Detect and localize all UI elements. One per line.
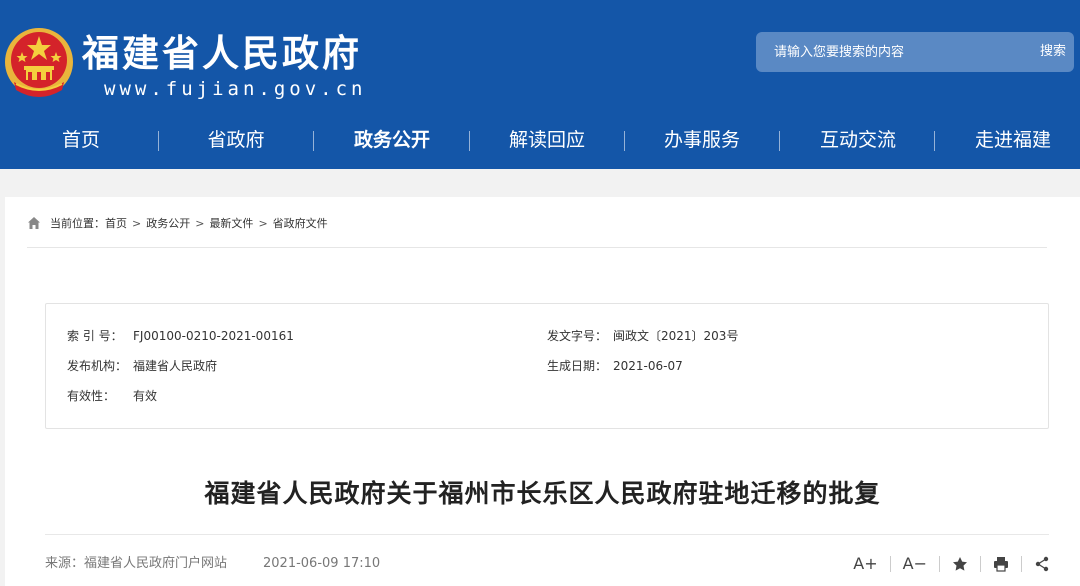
- validity-value: 有效: [133, 389, 158, 403]
- info-index-row: 索 引 号： FJ00100-0210-2021-00161: [67, 328, 294, 344]
- nav-item-interpretation[interactable]: 解读回应: [472, 112, 622, 169]
- tool-separator: [889, 556, 891, 572]
- font-decrease-button[interactable]: A−: [903, 553, 927, 575]
- national-emblem-icon[interactable]: [4, 24, 74, 100]
- nav-separator: [469, 131, 470, 151]
- breadcrumb-province-docs[interactable]: 省政府文件: [273, 215, 328, 231]
- info-date-row: 生成日期： 2021-06-07: [547, 358, 683, 374]
- document-title: 福建省人民政府关于福州市长乐区人民政府驻地迁移的批复: [204, 479, 881, 508]
- breadcrumb-separator: >: [195, 216, 205, 230]
- doc-no-value: 闽政文〔2021〕203号: [613, 329, 739, 343]
- breadcrumb-latest-docs[interactable]: 最新文件: [209, 215, 253, 231]
- star-icon: [953, 557, 967, 571]
- nav-separator: [779, 131, 780, 151]
- share-button[interactable]: [1034, 553, 1050, 575]
- tool-separator: [1021, 556, 1022, 572]
- nav-item-interaction[interactable]: 互动交流: [783, 112, 933, 169]
- breadcrumb-home[interactable]: 首页: [105, 215, 127, 231]
- breadcrumb-prefix: 当前位置：: [50, 217, 105, 230]
- nav-separator: [313, 131, 314, 151]
- issuer-label: 发布机构：: [67, 359, 128, 373]
- nav-separator: [158, 131, 159, 151]
- info-validity-row: 有效性： 有效: [67, 388, 157, 404]
- tool-separator: [939, 556, 940, 572]
- home-icon: [28, 217, 40, 229]
- date-label: 生成日期：: [547, 359, 608, 373]
- font-increase-button[interactable]: A+: [853, 553, 877, 575]
- tool-separator: [980, 556, 981, 572]
- content-panel: 当前位置： 首页 > 政务公开 > 最新文件 > 省政府文件 索 引 号： FJ0…: [5, 197, 1080, 586]
- search-button[interactable]: 搜索: [1040, 32, 1066, 72]
- article-meta: 来源：福建省人民政府门户网站 2021-06-09 17:10: [45, 556, 380, 572]
- site-url[interactable]: www.fujian.gov.cn: [104, 77, 366, 101]
- search-box: 搜索: [756, 32, 1074, 72]
- nav-item-gov-affairs[interactable]: 政务公开: [317, 112, 467, 169]
- site-title[interactable]: 福建省人民政府: [82, 30, 362, 78]
- site-header: 福建省人民政府 www.fujian.gov.cn 搜索 首页 省政府 政务公开…: [0, 0, 1080, 169]
- favorite-button[interactable]: [952, 553, 968, 575]
- nav-item-about-fujian[interactable]: 走进福建: [938, 112, 1080, 169]
- document-info-box: 索 引 号： FJ00100-0210-2021-00161 发文字号： 闽政文〔2…: [45, 303, 1049, 429]
- printer-icon: [994, 557, 1008, 572]
- share-icon: [1035, 556, 1049, 572]
- nav-item-home[interactable]: 首页: [6, 112, 156, 169]
- print-button[interactable]: [993, 553, 1009, 575]
- index-label: 索 引 号：: [67, 329, 123, 343]
- info-issuer-row: 发布机构： 福建省人民政府: [67, 358, 217, 374]
- breadcrumb: 当前位置： 首页 > 政务公开 > 最新文件 > 省政府文件: [27, 214, 328, 232]
- issuer-value: 福建省人民政府: [133, 359, 218, 373]
- info-doc-no-row: 发文字号： 闽政文〔2021〕203号: [547, 328, 738, 344]
- nav-item-services[interactable]: 办事服务: [627, 112, 777, 169]
- nav-item-province-gov[interactable]: 省政府: [161, 112, 311, 169]
- nav-separator: [624, 131, 625, 151]
- index-value: FJ00100-0210-2021-00161: [133, 329, 294, 343]
- article-tools: A+ A−: [853, 553, 1050, 575]
- article-date: 2021-06-09 17:10: [263, 556, 381, 571]
- date-value: 2021-06-07: [613, 359, 683, 373]
- main-nav: 首页 省政府 政务公开 解读回应 办事服务 互动交流 走进福建: [0, 112, 1080, 169]
- search-input[interactable]: [756, 32, 1016, 72]
- nav-separator: [934, 131, 935, 151]
- validity-label: 有效性：: [67, 389, 116, 403]
- breadcrumb-separator: >: [132, 216, 142, 230]
- divider: [45, 534, 1049, 535]
- divider: [27, 247, 1047, 248]
- breadcrumb-gov-affairs[interactable]: 政务公开: [146, 215, 190, 231]
- doc-no-label: 发文字号：: [547, 329, 608, 343]
- breadcrumb-separator: >: [258, 216, 268, 230]
- article-source: 来源：福建省人民政府门户网站: [45, 556, 228, 571]
